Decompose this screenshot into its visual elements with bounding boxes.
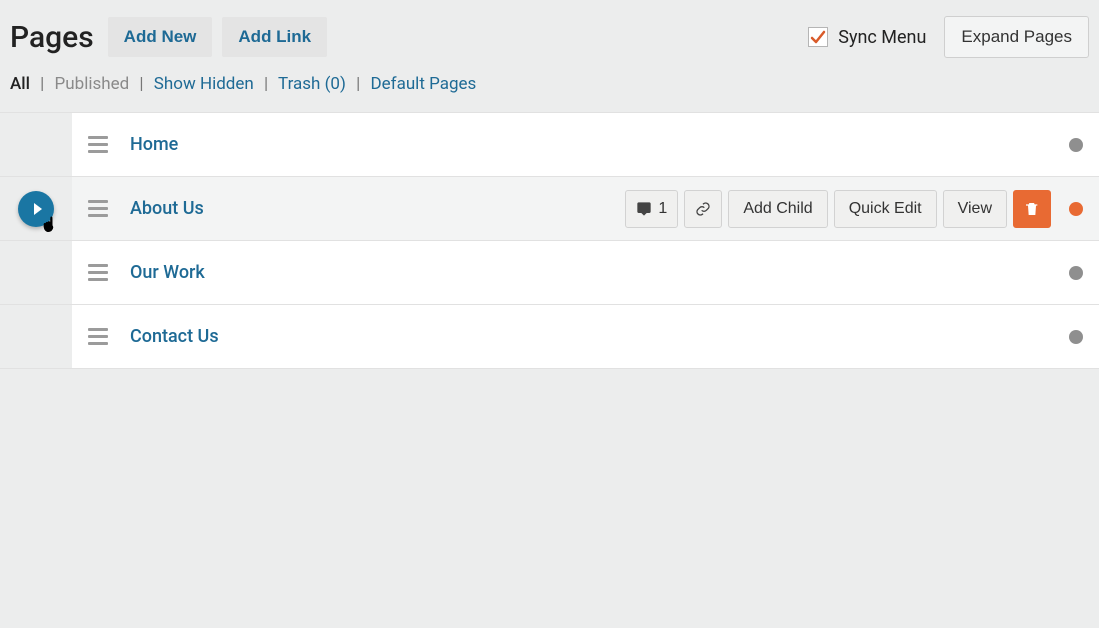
drag-handle-icon[interactable] <box>88 262 110 284</box>
view-button[interactable]: View <box>943 190 1007 228</box>
link-icon <box>695 201 711 217</box>
filter-bar: All | Published | Show Hidden | Trash (0… <box>0 68 1099 112</box>
page-row: ☝ About Us 1 Add Child Quick Edit View <box>0 177 1099 241</box>
page-name-link[interactable]: About Us <box>130 198 204 219</box>
expand-children-button[interactable]: ☝ <box>18 191 54 227</box>
comments-button[interactable]: 1 <box>625 190 678 228</box>
drag-handle-icon[interactable] <box>88 134 110 156</box>
row-content: About Us 1 Add Child Quick Edit View <box>72 177 1099 240</box>
link-button[interactable] <box>684 190 722 228</box>
status-dot-icon <box>1069 138 1083 152</box>
filter-default-pages[interactable]: Default Pages <box>370 74 476 94</box>
page-row: Our Work <box>0 241 1099 305</box>
status-dot-icon <box>1069 266 1083 280</box>
row-gutter <box>0 241 72 304</box>
row-gutter <box>0 113 72 176</box>
add-child-button[interactable]: Add Child <box>728 190 827 228</box>
page-title: Pages <box>10 20 94 55</box>
add-new-button[interactable]: Add New <box>108 17 213 57</box>
add-link-button[interactable]: Add Link <box>222 17 327 57</box>
trash-icon <box>1024 201 1040 217</box>
comments-count: 1 <box>658 200 667 218</box>
quick-edit-button[interactable]: Quick Edit <box>834 190 937 228</box>
sync-menu-label: Sync Menu <box>838 27 926 48</box>
row-actions: 1 Add Child Quick Edit View <box>625 190 1051 228</box>
filter-published[interactable]: Published <box>55 74 130 94</box>
filter-show-hidden[interactable]: Show Hidden <box>154 74 254 94</box>
delete-button[interactable] <box>1013 190 1051 228</box>
page-row: Home <box>0 113 1099 177</box>
row-content: Home <box>72 113 1099 176</box>
expand-pages-button[interactable]: Expand Pages <box>944 16 1089 58</box>
checkbox-icon <box>808 27 828 47</box>
row-gutter: ☝ <box>0 177 72 240</box>
drag-handle-icon[interactable] <box>88 326 110 348</box>
sync-menu-checkbox[interactable]: Sync Menu <box>808 27 926 48</box>
page-name-link[interactable]: Contact Us <box>130 326 219 347</box>
status-dot-icon <box>1069 330 1083 344</box>
page-name-link[interactable]: Our Work <box>130 262 205 283</box>
page-row: Contact Us <box>0 305 1099 369</box>
comment-icon <box>636 201 652 217</box>
pages-list: Home ☝ About Us 1 Add Child <box>0 112 1099 369</box>
row-content: Contact Us <box>72 305 1099 368</box>
filter-trash[interactable]: Trash (0) <box>278 74 346 94</box>
row-gutter <box>0 305 72 368</box>
filter-all[interactable]: All <box>10 74 30 94</box>
play-icon <box>34 203 42 215</box>
page-name-link[interactable]: Home <box>130 134 178 155</box>
page-header: Pages Add New Add Link Sync Menu Expand … <box>0 0 1099 68</box>
drag-handle-icon[interactable] <box>88 198 110 220</box>
row-content: Our Work <box>72 241 1099 304</box>
cursor-icon: ☝ <box>40 217 57 233</box>
status-dot-icon <box>1069 202 1083 216</box>
